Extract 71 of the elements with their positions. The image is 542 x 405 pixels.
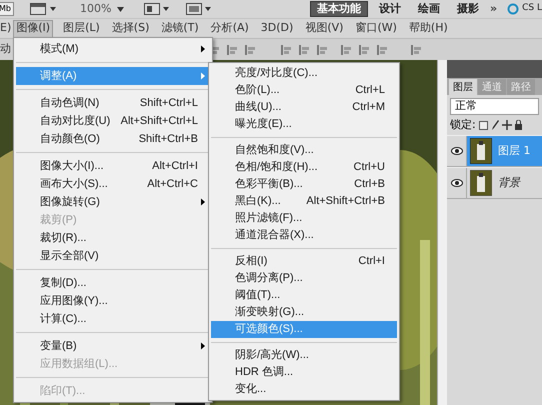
menu-item[interactable]: 应用图像(Y)... xyxy=(16,292,210,310)
menu-bar-item[interactable]: 帮助(H) xyxy=(406,20,450,38)
move-icon[interactable] xyxy=(502,120,512,130)
menu-item[interactable]: 变量(B) xyxy=(16,337,210,355)
menu-item[interactable]: 曝光度(E)... xyxy=(211,116,397,133)
menu-item[interactable]: 自动颜色(O) Shift+Ctrl+B xyxy=(16,130,210,148)
menu-item[interactable]: 渐变映射(G)... xyxy=(211,304,397,321)
menu-bar-item[interactable]: 图层(L) xyxy=(61,20,102,38)
lock-label: 锁定: xyxy=(450,116,476,133)
scrollbar[interactable] xyxy=(437,60,447,405)
menu-item[interactable]: 通道混合器(X)... xyxy=(211,227,397,244)
workspace-button[interactable]: 摄影 xyxy=(451,1,486,17)
eye-icon[interactable] xyxy=(450,179,462,187)
menu-item[interactable]: 画布大小(S)... Alt+Ctrl+C xyxy=(16,175,210,193)
layer-thumbnail-icon xyxy=(470,138,492,164)
layer-row[interactable]: 背景 xyxy=(467,168,542,198)
menu-bar-item[interactable]: 3D(D) xyxy=(258,20,296,38)
workspace-button[interactable]: 基本功能 xyxy=(310,1,368,17)
lock-icon[interactable] xyxy=(514,120,522,130)
menu-bar-item[interactable]: 滤镜(T) xyxy=(159,20,201,38)
menu-bar-item[interactable]: 选择(S) xyxy=(110,20,152,38)
menu-item[interactable]: 阴影/高光(W)... xyxy=(211,347,397,364)
layer-thumbnail-icon xyxy=(470,170,492,196)
menu-item[interactable]: 自动色调(N) Shift+Ctrl+L xyxy=(16,94,210,112)
submenu-arrow-icon xyxy=(201,72,205,80)
menu-item[interactable]: 亮度/对比度(C)... xyxy=(211,65,397,82)
menu-item[interactable]: 模式(M) xyxy=(16,40,210,58)
panel-tab[interactable]: 图层 xyxy=(449,79,477,95)
submenu-arrow-icon xyxy=(201,46,205,52)
screen-frame-icon[interactable] xyxy=(186,3,212,15)
submenu-arrow-icon xyxy=(201,198,205,206)
workspace-button[interactable]: 设计 xyxy=(373,1,408,17)
menu-item[interactable]: 色相/饱和度(H)... Ctrl+U xyxy=(211,159,397,176)
size-badge: Mb xyxy=(0,2,14,16)
eye-icon[interactable] xyxy=(450,147,462,155)
arrange-documents-icon[interactable] xyxy=(144,3,170,15)
menu-item[interactable]: 反相(I) Ctrl+I xyxy=(211,253,397,270)
menu-bar-item[interactable]: E) xyxy=(0,20,12,37)
menu-item[interactable]: 色调分离(P)... xyxy=(211,270,397,287)
menu-item[interactable]: 阈值(T)... xyxy=(211,287,397,304)
submenu-arrow-icon xyxy=(201,342,205,350)
menu-bar-item[interactable]: 图像(I) xyxy=(13,20,54,38)
menu-bar-item[interactable]: 分析(A) xyxy=(208,20,251,38)
menu-item[interactable]: 变化... xyxy=(211,381,397,398)
dropdown-arrow-icon xyxy=(117,6,124,12)
workspace-button[interactable]: 绘画 xyxy=(412,1,446,17)
menu-item[interactable]: HDR 色调... xyxy=(211,364,397,381)
menu-bar-item[interactable]: 视图(V) xyxy=(303,20,346,38)
cs-live-icon xyxy=(507,3,520,15)
menu-item[interactable]: 显示全部(V) xyxy=(16,247,210,265)
menu-item[interactable]: 自然饱和度(V)... xyxy=(211,142,397,159)
more-workspaces-button[interactable]: » xyxy=(490,0,498,18)
menu-item[interactable]: 复制(D)... xyxy=(16,274,210,292)
lock-transparent-icon[interactable] xyxy=(478,120,488,130)
menu-item[interactable]: 图像旋转(G) xyxy=(16,193,210,211)
menu-item[interactable]: 裁切(R)... xyxy=(16,229,210,247)
option-label: 动 xyxy=(0,41,11,58)
menu-item[interactable]: 色阶(L)... Ctrl+L xyxy=(211,82,397,99)
menu-bar-item[interactable]: 窗口(W) xyxy=(353,20,399,38)
brush-icon[interactable] xyxy=(490,120,499,130)
zoom-level[interactable]: 100% xyxy=(80,0,112,18)
menu-item[interactable]: 色彩平衡(B)... Ctrl+B xyxy=(211,176,397,193)
cs-live-label[interactable]: CS L xyxy=(522,2,542,16)
menu-item[interactable]: 黑白(K)... Alt+Shift+Ctrl+B xyxy=(211,193,397,210)
menu-item[interactable]: 自动对比度(U) Alt+Shift+Ctrl+L xyxy=(16,112,210,130)
menu-item[interactable]: 照片滤镜(F)... xyxy=(211,210,397,227)
menu-item[interactable]: 图像大小(I)... Alt+Ctrl+I xyxy=(16,157,210,175)
menu-item[interactable]: 计算(C)... xyxy=(16,310,210,328)
blend-mode-dropdown[interactable]: 正常 xyxy=(450,98,539,115)
screen-mode-icon xyxy=(30,3,58,15)
menu-item[interactable]: 曲线(U)... Ctrl+M xyxy=(211,99,397,116)
